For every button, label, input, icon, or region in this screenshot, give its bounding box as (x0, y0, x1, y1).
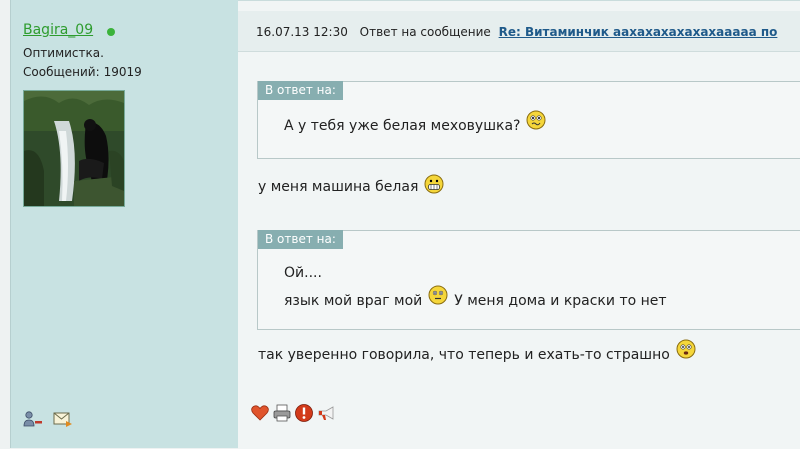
grin-smiley-icon (424, 174, 444, 194)
post-text: так уверенно говорила, что теперь и ехат… (258, 339, 696, 363)
confused-smiley-icon (526, 110, 546, 130)
send-message-icon[interactable] (53, 410, 73, 428)
post-header: 16.07.13 12:30 Ответ на сообщение Re: Ви… (238, 11, 800, 52)
quote-line: А у тебя уже белая меховушка? (284, 118, 521, 134)
post-line: так уверенно говорила, что теперь и ехат… (258, 347, 670, 363)
avatar-image (24, 91, 124, 206)
scared-smiley-icon (676, 339, 696, 359)
quote-line: У меня дома и краски то нет (454, 293, 667, 309)
alert-icon[interactable] (294, 403, 314, 423)
user-post-count: Сообщений: 19019 (23, 65, 142, 79)
user-remove-icon[interactable] (23, 410, 43, 428)
user-actions (23, 410, 73, 428)
reply-to-link[interactable]: Re: Витаминчик аахахахахахахаааaa по (499, 25, 778, 39)
post-datetime: 16.07.13 12:30 (256, 25, 348, 39)
quote-text: А у тебя уже белая меховушка? (284, 110, 546, 134)
quote-block: В ответ на: А у тебя уже белая меховушка… (257, 81, 800, 159)
quote-label: В ответ на: (258, 230, 343, 249)
quote-block: В ответ на: Ой.... язык мой враг мой У м… (257, 230, 800, 330)
username-link[interactable]: Bagira_09 (23, 22, 93, 38)
print-icon[interactable] (272, 403, 292, 423)
post-text: у меня машина белая (258, 174, 444, 195)
post-count-label: Сообщений: (23, 65, 100, 79)
quote-line: Ой.... (284, 265, 322, 281)
quote-line: язык мой враг мой (284, 293, 423, 309)
post-line: у меня машина белая (258, 179, 419, 195)
online-status-icon (107, 28, 115, 36)
quote-label: В ответ на: (258, 81, 343, 100)
blush-smiley-icon (428, 285, 448, 305)
post-count-value: 19019 (103, 65, 142, 79)
avatar[interactable] (23, 90, 125, 207)
reply-to-label: Ответ на сообщение (359, 25, 491, 39)
post-actions (250, 403, 336, 423)
heart-icon[interactable] (250, 403, 270, 423)
post-container: 16.07.13 12:30 Ответ на сообщение Re: Ви… (238, 0, 800, 449)
user-info-panel: Bagira_09 Оптимистка. Сообщений: 19019 (10, 0, 239, 448)
user-title: Оптимистка. (23, 46, 104, 60)
quote-text: язык мой враг мой У меня дома и краски т… (284, 285, 667, 309)
megaphone-icon[interactable] (316, 403, 336, 423)
post-meta: 16.07.13 12:30 Ответ на сообщение Re: Ви… (256, 25, 777, 39)
